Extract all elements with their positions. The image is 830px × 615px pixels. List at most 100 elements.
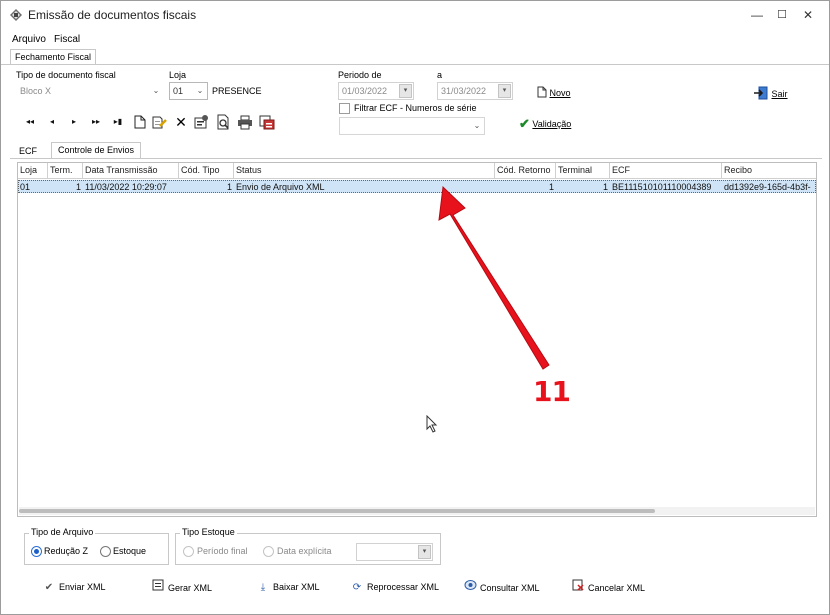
main-window: Emissão de documentos fiscais — ☐ ✕ Arqu… (0, 0, 830, 615)
cell-loja: 01 (20, 182, 31, 192)
export-icon[interactable] (259, 114, 275, 130)
annotation-arrow (435, 181, 555, 371)
loja-name: PRESENCE (212, 86, 262, 96)
doc-type-value: Bloco X (20, 86, 52, 96)
print-icon[interactable] (237, 114, 253, 130)
app-icon (9, 8, 23, 22)
baixar-xml-label: Baixar XML (273, 582, 320, 592)
enviar-xml-button[interactable]: ✔ Enviar XML (42, 579, 106, 595)
menu-fiscal[interactable]: Fiscal (54, 34, 80, 45)
periodo-label: Periodo de (338, 70, 382, 80)
radio-estoque[interactable] (100, 546, 111, 557)
download-icon: ⤓ (260, 582, 266, 593)
column-header-status[interactable]: Status (234, 163, 495, 179)
minimize-button[interactable]: — (747, 7, 767, 23)
next-record-button[interactable]: ▸ (67, 115, 81, 129)
periodo-final-label: Período final (197, 546, 248, 556)
enviar-xml-label: Enviar XML (59, 582, 106, 592)
calendar-dropdown-icon[interactable]: ▾ (399, 84, 412, 98)
preview-icon[interactable] (215, 114, 231, 130)
gerar-xml-label: Gerar XML (168, 583, 213, 593)
radio-periodo-final[interactable] (183, 546, 194, 557)
reprocessar-xml-button[interactable]: ⟳ Reprocessar XML (350, 579, 439, 595)
loja-label: Loja (169, 70, 187, 80)
column-header-term[interactable]: Term. (48, 163, 83, 179)
tab-ecf[interactable]: ECF (15, 144, 41, 159)
inner-tab-divider (10, 158, 822, 159)
radio-reducao-z[interactable] (31, 546, 42, 557)
novo-label: Novo (549, 88, 571, 98)
filtrar-ecf-checkbox[interactable] (339, 103, 350, 114)
delete-icon[interactable]: ✕ (173, 114, 189, 130)
cell-data-transmissao: 11/03/2022 10:29:07 (85, 182, 167, 192)
window-title: Emissão de documentos fiscais (28, 8, 197, 22)
calendar-dropdown-icon[interactable]: ▾ (418, 545, 431, 559)
radio-data-explicita[interactable] (263, 546, 274, 557)
xml-file-icon (151, 579, 165, 597)
column-header-recibo[interactable]: Recibo (722, 163, 816, 179)
reprocessar-xml-label: Reprocessar XML (367, 582, 440, 592)
chevron-down-icon: ⌄ (196, 86, 204, 95)
loja-value: 01 (173, 86, 184, 96)
tab-divider (1, 64, 829, 65)
checkmark-icon: ✔ (44, 582, 54, 593)
previous-record-button[interactable]: ◂ (45, 115, 59, 129)
column-header-data-transmissao[interactable]: Data Transmissão (83, 163, 179, 179)
tipo-estoque-title: Tipo Estoque (180, 527, 237, 537)
tab-controle-envios[interactable]: Controle de Envios (51, 142, 142, 159)
estoque-label: Estoque (113, 546, 147, 556)
refresh-icon: ⟳ (352, 582, 362, 593)
reducao-z-label: Redução Z (44, 546, 89, 556)
periodo-a-label: a (437, 70, 443, 80)
consultar-xml-button[interactable]: Consultar XML (463, 579, 540, 595)
doc-type-label: Tipo de documento fiscal (16, 70, 116, 80)
maximize-button[interactable]: ☐ (772, 7, 792, 23)
cell-cod-tipo: 1 (226, 182, 232, 192)
periodo-ate-value: 31/03/2022 (441, 86, 487, 96)
validacao-label: Validação (532, 119, 572, 129)
column-header-cod-tipo[interactable]: Cód. Tipo (179, 163, 234, 179)
cancel-document-icon (571, 579, 585, 597)
doc-type-select[interactable]: Bloco X ⌄ (16, 82, 164, 100)
column-header-loja[interactable]: Loja (18, 163, 48, 179)
novo-button[interactable]: Novo (537, 86, 571, 100)
periodo-de-field[interactable]: 01/03/2022 ▾ (338, 82, 414, 100)
filtrar-ecf-select[interactable]: ⌄ (339, 117, 485, 135)
envios-grid[interactable]: Loja Term. Data Transmissão Cód. Tipo St… (17, 162, 817, 517)
exit-icon (753, 86, 769, 102)
periodo-ate-field[interactable]: 31/03/2022 ▾ (437, 82, 513, 100)
baixar-xml-button[interactable]: ⤓ Baixar XML (256, 579, 320, 595)
fast-forward-button[interactable]: ▸▸ (89, 115, 103, 129)
new-page-icon[interactable] (132, 114, 148, 130)
column-header-cod-retorno[interactable]: Cód. Retorno (495, 163, 556, 179)
validacao-button[interactable]: ✔ Validação (519, 116, 572, 131)
sair-button[interactable]: Sair (753, 86, 788, 100)
filtrar-ecf-label: Filtrar ECF - Numeros de série (354, 103, 477, 113)
periodo-de-value: 01/03/2022 (342, 86, 388, 96)
cell-recibo: dd1392e9-165d-4b3f- (724, 182, 811, 192)
cell-terminal: 1 (602, 182, 608, 192)
properties-icon[interactable] (193, 114, 209, 130)
consultar-xml-label: Consultar XML (480, 583, 540, 593)
tab-fechamento-fiscal[interactable]: Fechamento Fiscal (10, 49, 97, 65)
annotation-number: 11 (533, 375, 571, 408)
calendar-dropdown-icon[interactable]: ▾ (498, 84, 511, 98)
last-record-button[interactable]: ▸▮ (111, 115, 125, 129)
column-header-terminal[interactable]: Terminal (556, 163, 610, 179)
first-record-button[interactable]: ◂◂ (23, 115, 37, 129)
data-explicita-field[interactable]: ▾ (356, 543, 433, 561)
chevron-down-icon: ⌄ (152, 86, 160, 95)
column-header-ecf[interactable]: ECF (610, 163, 722, 179)
tipo-arquivo-title: Tipo de Arquivo (29, 527, 96, 537)
edit-document-icon[interactable] (151, 114, 167, 130)
horizontal-scrollbar[interactable] (19, 507, 815, 515)
scrollbar-thumb[interactable] (19, 509, 655, 513)
cell-term: 1 (75, 182, 81, 192)
gerar-xml-button[interactable]: Gerar XML (151, 579, 212, 595)
data-explicita-label: Data explícita (277, 546, 332, 556)
menu-arquivo[interactable]: Arquivo (12, 34, 46, 45)
close-button[interactable]: ✕ (798, 7, 818, 23)
cancelar-xml-button[interactable]: Cancelar XML (571, 579, 645, 595)
loja-select[interactable]: 01 ⌄ (169, 82, 208, 100)
mouse-cursor-icon (426, 414, 438, 436)
